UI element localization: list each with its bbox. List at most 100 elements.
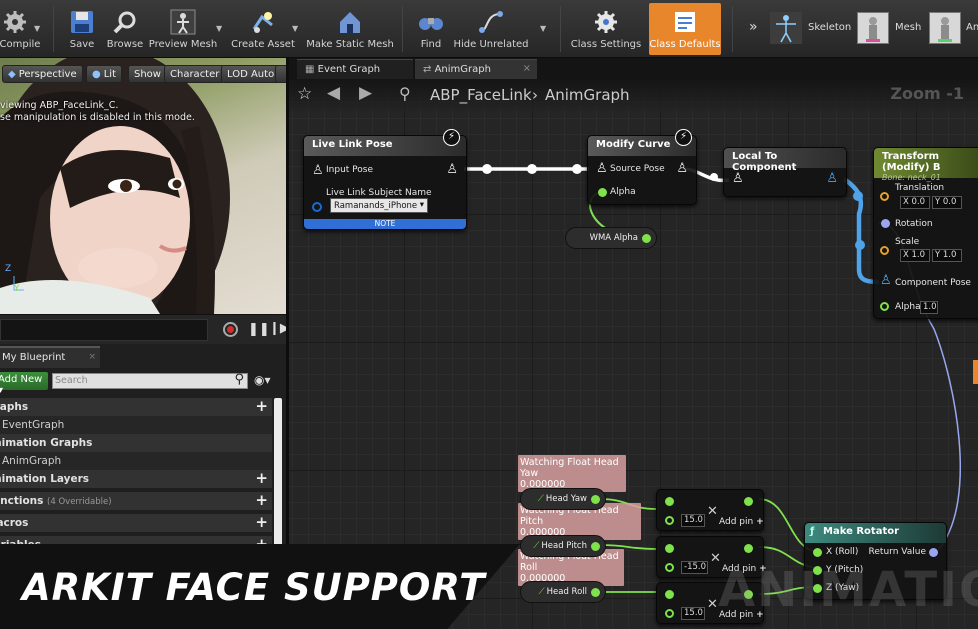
add-pin-button[interactable]: Add pin + [719, 517, 764, 527]
component-pose-pin[interactable]: ♙ [826, 171, 838, 186]
multiplier-field[interactable]: 15.0 [681, 607, 705, 620]
add-graph-icon[interactable]: + [255, 399, 268, 414]
hide-unrelated-button[interactable]: Hide Unrelated [454, 3, 529, 55]
animation-label[interactable]: An [966, 22, 978, 33]
search-input[interactable]: Search ⚲ [52, 372, 248, 389]
subject-name-dropdown[interactable]: Ramanands_iPhone ▾ [330, 198, 428, 213]
record-button[interactable] [223, 322, 238, 337]
lit-button[interactable]: ● Lit [86, 65, 123, 83]
return-value-pin[interactable] [929, 548, 938, 557]
output-pin[interactable] [642, 234, 651, 243]
multiplier-field[interactable]: -15.0 [681, 561, 708, 574]
wma-alpha-node[interactable]: WMA Alpha [565, 227, 657, 249]
input-pose-pin[interactable]: ♙ [732, 171, 744, 186]
output-pin[interactable] [591, 495, 600, 504]
scale-x-field[interactable]: X 1.0 [900, 249, 930, 262]
input-pin-b[interactable] [665, 563, 674, 572]
alpha-pin[interactable] [880, 302, 889, 311]
scale-pin[interactable] [880, 246, 889, 255]
head-yaw-getter[interactable]: ⟋ Head Yaw [520, 488, 606, 510]
search-icon[interactable]: ⚲ [234, 372, 244, 387]
preview-mesh-button[interactable]: Preview Mesh [149, 3, 217, 55]
mesh-thumbnail[interactable] [857, 12, 889, 44]
find-button[interactable]: Find [412, 3, 450, 55]
input-pin-b[interactable] [665, 609, 674, 618]
timeline-scrubber[interactable] [0, 319, 208, 341]
browse-button[interactable]: Browse [104, 3, 146, 55]
pose-pin-icon[interactable]: ♙ [312, 163, 324, 178]
tab-anim-graph[interactable]: ⇄ AnimGraph × [415, 59, 537, 79]
output-pin[interactable] [591, 542, 600, 551]
local-to-component-node[interactable]: Local To Component ♙ ♙ [723, 147, 847, 197]
class-settings-button[interactable]: Class Settings [570, 3, 642, 55]
component-pose-pin[interactable]: ♙ [880, 273, 892, 288]
variable-icon: ⟋ [533, 541, 540, 551]
animation-thumbnail[interactable] [929, 12, 961, 44]
input-pin-b[interactable] [665, 516, 674, 525]
preview-mesh-dropdown-icon[interactable]: ▼ [216, 24, 222, 33]
modify-curve-node[interactable]: Modify Curve ⚡ ♙ Source Pose ♙ Alpha [587, 129, 697, 205]
add-macro-icon[interactable]: + [255, 515, 268, 530]
multiplier-field[interactable]: 15.0 [681, 514, 705, 527]
close-icon[interactable]: × [523, 63, 531, 74]
section-macros[interactable]: Macros + [0, 514, 272, 532]
head-roll-label: Head Roll [546, 587, 587, 597]
list-item-anim-graph[interactable]: AnimGraph [0, 452, 272, 470]
input-pin-a[interactable] [665, 544, 674, 553]
tab-event-graph[interactable]: ▦ Event Graph [297, 59, 413, 79]
output-pose-pin[interactable]: ♙ [446, 162, 458, 177]
hide-unrelated-dropdown-icon[interactable]: ▼ [540, 24, 546, 33]
mesh-label[interactable]: Mesh [895, 22, 921, 33]
section-animation-layers[interactable]: Animation Layers + [0, 470, 272, 488]
output-pin[interactable] [744, 544, 753, 553]
head-pitch-getter[interactable]: ⟋ Head Pitch [520, 535, 606, 557]
viewport-overflow-button[interactable] [275, 65, 286, 83]
compile-dropdown-icon[interactable]: ▼ [34, 24, 40, 33]
output-pin[interactable] [591, 588, 600, 597]
transform-modify-bone-node[interactable]: Transform (Modify) B Bone: neck_01 Trans… [873, 147, 978, 319]
skeleton-label[interactable]: Skeleton [808, 22, 851, 33]
chevrons-icon[interactable]: » [749, 19, 758, 35]
output-pin[interactable] [744, 497, 753, 506]
input-pin-a[interactable] [665, 590, 674, 599]
translation-x-field[interactable]: X 0.0 [900, 196, 930, 209]
scale-y-field[interactable]: Y 1.0 [932, 249, 962, 262]
show-button[interactable]: Show [128, 65, 167, 83]
head-roll-getter[interactable]: ⟋ Head Roll [520, 581, 606, 603]
create-asset-dropdown-icon[interactable]: ▼ [292, 24, 298, 33]
close-icon[interactable]: × [88, 352, 96, 362]
live-link-pose-node[interactable]: Live Link Pose ⚡ ♙ Input Pose ♙ Live Lin… [303, 129, 467, 230]
multiply-node-yaw[interactable]: 15.0 ✕ Add pin + [656, 489, 764, 531]
add-function-icon[interactable]: + [255, 493, 268, 508]
translation-pin[interactable] [880, 192, 889, 201]
create-asset-button[interactable]: Create Asset [230, 3, 296, 55]
add-layer-icon[interactable]: + [255, 471, 268, 486]
alpha-pin[interactable] [598, 188, 607, 197]
class-defaults-button[interactable]: Class Defaults [649, 3, 721, 55]
save-button[interactable]: Save [60, 3, 104, 55]
preview-viewport[interactable]: ◆ Perspective ● Lit Show Character LOD Aut… [0, 58, 286, 314]
add-new-button[interactable]: Add New ▾ [0, 372, 48, 396]
section-animation-graphs[interactable]: Animation Graphs [0, 434, 272, 452]
input-pin-a[interactable] [665, 497, 674, 506]
source-pose-pin[interactable]: ♙ [596, 161, 608, 176]
subject-name-pin[interactable] [312, 202, 322, 212]
x-roll-pin[interactable] [813, 548, 822, 557]
eye-icon[interactable]: ◉▾ [254, 373, 271, 387]
lod-button[interactable]: LOD Auto [221, 65, 281, 83]
skeleton-thumbnail[interactable] [770, 12, 802, 44]
list-item-event-graph[interactable]: EventGraph [0, 416, 272, 434]
perspective-button[interactable]: ◆ Perspective [2, 65, 83, 83]
section-graphs[interactable]: Graphs + [0, 398, 272, 416]
compile-button[interactable]: Compile [0, 3, 48, 55]
section-functions[interactable]: Functions (4 Overridable) + [0, 492, 272, 510]
side-tab-marker[interactable] [973, 360, 978, 384]
rotation-pin[interactable] [881, 219, 890, 228]
output-pose-pin[interactable]: ♙ [676, 161, 688, 176]
translation-y-field[interactable]: Y 0.0 [932, 196, 962, 209]
tab-my-blueprint[interactable]: My Blueprint × [0, 346, 100, 368]
make-static-mesh-button[interactable]: Make Static Mesh [306, 3, 394, 55]
character-button[interactable]: Character [164, 65, 226, 83]
pause-button[interactable]: ❚❚ [248, 322, 270, 337]
alpha-field[interactable]: 1.0 [920, 301, 938, 314]
